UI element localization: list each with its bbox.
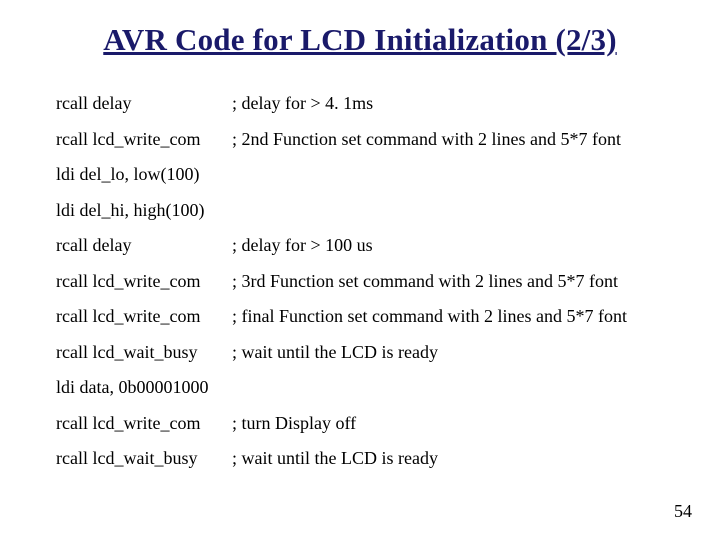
code-line: rcall lcd_write_com ; turn Display off — [56, 414, 676, 432]
code-text: ldi del_lo, low(100) — [56, 165, 232, 183]
code-comment — [232, 165, 676, 183]
code-text: rcall lcd_write_com — [56, 272, 232, 290]
code-text: ldi del_hi, high(100) — [56, 201, 232, 219]
code-comment: ; final Function set command with 2 line… — [232, 307, 676, 325]
page-number: 54 — [674, 501, 692, 522]
code-line: rcall delay ; delay for > 100 us — [56, 236, 676, 254]
code-line: rcall lcd_write_com ; final Function set… — [56, 307, 676, 325]
code-line: rcall lcd_write_com ; 2nd Function set c… — [56, 130, 676, 148]
code-line: ldi del_hi, high(100) — [56, 201, 676, 219]
code-line: rcall delay ; delay for > 4. 1ms — [56, 94, 676, 112]
code-text: rcall delay — [56, 236, 232, 254]
slide-title: AVR Code for LCD Initialization (2/3) — [0, 22, 720, 58]
code-comment — [232, 201, 676, 219]
code-comment — [232, 378, 676, 396]
code-comment: ; 2nd Function set command with 2 lines … — [232, 130, 676, 148]
code-block: rcall delay ; delay for > 4. 1ms rcall l… — [56, 94, 676, 485]
code-comment: ; turn Display off — [232, 414, 676, 432]
code-comment: ; delay for > 4. 1ms — [232, 94, 676, 112]
code-text: rcall lcd_wait_busy — [56, 343, 232, 361]
code-comment: ; wait until the LCD is ready — [232, 449, 676, 467]
code-line: rcall lcd_write_com ; 3rd Function set c… — [56, 272, 676, 290]
code-comment: ; wait until the LCD is ready — [232, 343, 676, 361]
code-comment: ; delay for > 100 us — [232, 236, 676, 254]
code-line: rcall lcd_wait_busy ; wait until the LCD… — [56, 343, 676, 361]
code-text: rcall delay — [56, 94, 232, 112]
code-comment: ; 3rd Function set command with 2 lines … — [232, 272, 676, 290]
code-text: rcall lcd_write_com — [56, 414, 232, 432]
slide: AVR Code for LCD Initialization (2/3) rc… — [0, 0, 720, 540]
code-text: ldi data, 0b00001000 — [56, 378, 232, 396]
code-text: rcall lcd_wait_busy — [56, 449, 232, 467]
code-text: rcall lcd_write_com — [56, 130, 232, 148]
code-line: ldi data, 0b00001000 — [56, 378, 676, 396]
code-text: rcall lcd_write_com — [56, 307, 232, 325]
code-line: ldi del_lo, low(100) — [56, 165, 676, 183]
code-line: rcall lcd_wait_busy ; wait until the LCD… — [56, 449, 676, 467]
